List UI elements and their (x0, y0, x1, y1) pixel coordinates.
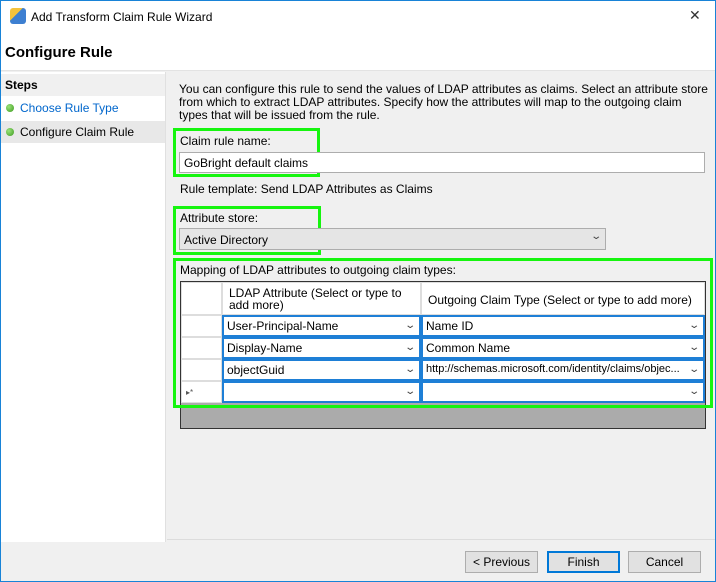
description: You can configure this rule to send the … (179, 82, 708, 122)
step-label: Choose Rule Type (20, 101, 119, 115)
wizard-window: Add Transform Claim Rule Wizard ✕ Config… (0, 0, 716, 582)
claim-rule-name-input[interactable]: GoBright default claims (179, 152, 705, 173)
step-choose-rule-type[interactable]: Choose Rule Type (1, 97, 165, 119)
app-icon (10, 8, 26, 24)
step-label: Configure Claim Rule (20, 125, 135, 139)
chevron-down-icon: ⌄ (589, 231, 602, 242)
title-bar: Add Transform Claim Rule Wizard ✕ (1, 1, 715, 33)
page-title: Configure Rule (5, 44, 113, 61)
claim-rule-name-label: Claim rule name: (180, 134, 271, 148)
finish-button[interactable]: Finish (547, 551, 620, 573)
attribute-store-select[interactable]: Active Directory ⌄ (179, 228, 606, 250)
step-status-icon (6, 128, 14, 136)
page-header: Configure Rule (1, 33, 715, 71)
attribute-store-value: Active Directory (184, 233, 269, 247)
previous-button[interactable]: < Previous (465, 551, 538, 573)
close-button[interactable]: ✕ (689, 7, 701, 24)
step-configure-claim-rule: Configure Claim Rule (1, 121, 165, 143)
highlight-box (173, 258, 713, 408)
attribute-store-label: Attribute store: (180, 211, 259, 225)
steps-panel: Steps Choose Rule Type Configure Claim R… (1, 72, 166, 542)
steps-heading: Steps (1, 74, 165, 96)
cancel-button[interactable]: Cancel (628, 551, 701, 573)
rule-template-text: Rule template: Send LDAP Attributes as C… (180, 182, 433, 196)
step-status-icon (6, 104, 14, 112)
footer-divider (167, 539, 715, 540)
window-title: Add Transform Claim Rule Wizard (31, 10, 213, 24)
